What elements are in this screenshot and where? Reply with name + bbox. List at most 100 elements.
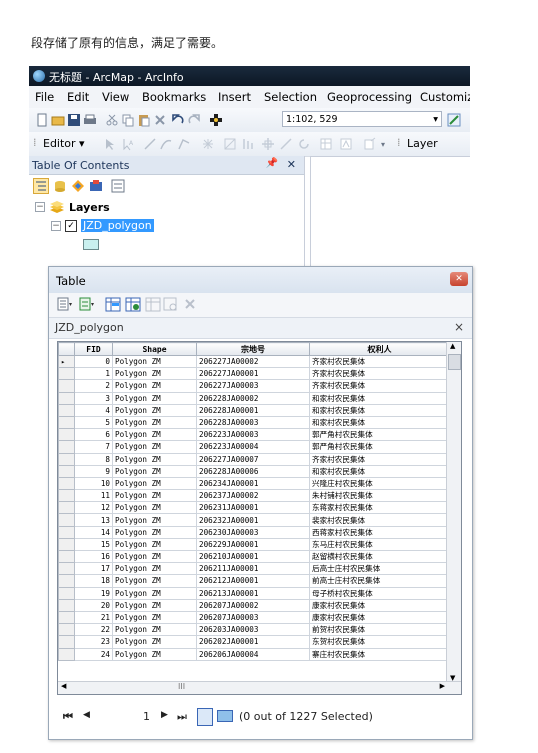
row-selector[interactable] xyxy=(58,549,75,564)
table-row[interactable]: ▸ 0 Polygon ZM 206227JA00002 齐家村农民集体 xyxy=(58,354,450,369)
first-record-icon[interactable]: ⏮ xyxy=(63,710,73,724)
delete-icon[interactable] xyxy=(153,113,167,127)
cell-shape[interactable]: Polygon ZM xyxy=(112,476,197,491)
cell-parcel-number[interactable]: 206234JA00001 xyxy=(196,476,310,491)
row-selector-header[interactable] xyxy=(58,342,75,356)
zoom-to-selected-icon[interactable] xyxy=(163,297,179,312)
list-by-drawing-order-icon[interactable] xyxy=(33,178,49,194)
cell-parcel-number[interactable]: 206207JA00003 xyxy=(196,610,310,625)
cell-shape[interactable]: Polygon ZM xyxy=(112,379,197,393)
split-icon[interactable] xyxy=(241,137,255,151)
table-row[interactable]: 10 Polygon ZM 206234JA00001 兴隆庄村农民集体 xyxy=(58,476,450,491)
cell-parcel-number[interactable]: 206223JA00004 xyxy=(196,440,310,454)
cell-shape[interactable]: Polygon ZM xyxy=(112,549,197,564)
cell-parcel-number[interactable]: 206206JA00004 xyxy=(196,647,310,661)
cell-shape[interactable]: Polygon ZM xyxy=(112,537,197,552)
cell-fid[interactable]: 23 xyxy=(74,635,113,649)
row-selector[interactable] xyxy=(58,428,75,442)
cell-owner[interactable]: 东马庄村农民集体 xyxy=(309,537,450,552)
vertical-scroll-thumb[interactable] xyxy=(448,354,461,370)
cell-owner[interactable]: 康家村农民集体 xyxy=(309,610,450,625)
layer-visibility-checkbox[interactable]: ✓ xyxy=(65,220,77,232)
cell-parcel-number[interactable]: 206227JA00002 xyxy=(196,354,310,369)
cell-parcel-number[interactable]: 206228JA00006 xyxy=(196,464,310,478)
trace-icon[interactable] xyxy=(159,137,173,151)
cell-shape[interactable]: Polygon ZM xyxy=(112,452,197,466)
cell-fid[interactable]: 16 xyxy=(74,549,113,564)
row-selector[interactable] xyxy=(58,403,75,417)
row-selector[interactable] xyxy=(58,525,75,539)
cell-owner[interactable]: 西蒋家村农民集体 xyxy=(309,525,450,539)
table-row[interactable]: 12 Polygon ZM 206231JA00001 东蒋家村农民集体 xyxy=(58,501,450,515)
table-row[interactable]: 11 Polygon ZM 206237JA00002 朱村铺村农民集体 xyxy=(58,489,450,503)
collapse-icon[interactable]: − xyxy=(51,221,61,231)
cell-fid[interactable]: 3 xyxy=(74,391,113,405)
cell-shape[interactable]: Polygon ZM xyxy=(112,464,197,478)
cell-shape[interactable]: Polygon ZM xyxy=(112,610,197,625)
vertices-icon[interactable] xyxy=(201,137,215,151)
add-data-icon[interactable] xyxy=(209,113,223,127)
menu-file[interactable]: File xyxy=(35,90,54,104)
row-selector[interactable] xyxy=(58,476,75,491)
cell-owner[interactable]: 和家村农民集体 xyxy=(309,403,450,417)
row-selector[interactable] xyxy=(58,489,75,503)
row-selector[interactable] xyxy=(58,635,75,649)
row-selector[interactable] xyxy=(58,452,75,466)
copy-icon[interactable] xyxy=(121,113,135,127)
table-row[interactable]: 1 Polygon ZM 206227JA00001 齐家村农民集体 xyxy=(58,367,450,381)
cell-parcel-number[interactable]: 206227JA00007 xyxy=(196,452,310,466)
cell-owner[interactable]: 东蒋家村农民集体 xyxy=(309,501,450,515)
cell-owner[interactable]: 和家村农民集体 xyxy=(309,464,450,478)
reshape-icon[interactable] xyxy=(223,137,237,151)
row-selector[interactable] xyxy=(58,623,75,637)
cell-shape[interactable]: Polygon ZM xyxy=(112,489,197,503)
cell-shape[interactable]: Polygon ZM xyxy=(112,562,197,576)
table-row[interactable]: 16 Polygon ZM 206210JA00001 赵留横村农民集体 xyxy=(58,549,450,564)
editor-toolbar-icon[interactable] xyxy=(447,113,461,127)
column-header-parcel-number[interactable]: 宗地号 xyxy=(196,342,310,356)
next-record-icon[interactable]: ▶ xyxy=(161,710,168,720)
cell-fid[interactable]: 9 xyxy=(74,464,113,478)
table-row[interactable]: 18 Polygon ZM 206212JA00001 前高士庄村农民集体 xyxy=(58,574,450,588)
select-by-attributes-icon[interactable] xyxy=(105,297,121,312)
cell-fid[interactable]: 18 xyxy=(74,574,113,588)
menu-edit[interactable]: Edit xyxy=(67,90,89,104)
construction-tools-icon[interactable] xyxy=(177,137,191,151)
row-selector[interactable]: ▸ xyxy=(58,354,75,369)
cell-owner[interactable]: 裴家村农民集体 xyxy=(309,513,450,527)
cell-fid[interactable]: 19 xyxy=(74,586,113,600)
list-by-source-icon[interactable] xyxy=(53,179,67,193)
cell-owner[interactable]: 赵留横村农民集体 xyxy=(309,549,450,564)
cell-shape[interactable]: Polygon ZM xyxy=(112,598,197,612)
cell-shape[interactable]: Polygon ZM xyxy=(112,428,197,442)
menu-geoprocessing[interactable]: Geoprocessing xyxy=(327,90,412,104)
cell-parcel-number[interactable]: 206213JA00001 xyxy=(196,586,310,600)
open-folder-icon[interactable] xyxy=(51,113,65,127)
table-window-titlebar[interactable]: Table ✕ xyxy=(49,267,472,293)
table-row[interactable]: 24 Polygon ZM 206206JA00004 寨庄村农民集体 xyxy=(58,647,450,661)
table-row[interactable]: 17 Polygon ZM 206211JA00001 后高士庄村农民集体 xyxy=(58,562,450,576)
switch-selection-icon[interactable] xyxy=(125,297,141,312)
menu-view[interactable]: View xyxy=(102,90,129,104)
row-selector[interactable] xyxy=(58,415,75,430)
cell-owner[interactable]: 寨庄村农民集体 xyxy=(309,647,450,661)
cell-fid[interactable]: 15 xyxy=(74,537,113,552)
clear-selection-icon[interactable] xyxy=(145,297,161,312)
cell-fid[interactable]: 0 xyxy=(74,354,113,369)
cell-fid[interactable]: 4 xyxy=(74,403,113,417)
cell-parcel-number[interactable]: 206211JA00001 xyxy=(196,562,310,576)
cell-parcel-number[interactable]: 206229JA00001 xyxy=(196,537,310,552)
cell-fid[interactable]: 5 xyxy=(74,415,113,430)
row-selector[interactable] xyxy=(58,598,75,612)
cell-shape[interactable]: Polygon ZM xyxy=(112,367,197,381)
cell-parcel-number[interactable]: 206228JA00003 xyxy=(196,415,310,430)
table-row[interactable]: 4 Polygon ZM 206228JA00001 和家村农民集体 xyxy=(58,403,450,417)
scroll-left-icon[interactable]: ◀ xyxy=(61,682,66,690)
cell-fid[interactable]: 21 xyxy=(74,610,113,625)
cell-fid[interactable]: 22 xyxy=(74,623,113,637)
cell-shape[interactable]: Polygon ZM xyxy=(112,586,197,600)
table-row[interactable]: 3 Polygon ZM 206228JA00002 和家村农民集体 xyxy=(58,391,450,405)
cell-shape[interactable]: Polygon ZM xyxy=(112,513,197,527)
cell-owner[interactable]: 齐家村农民集体 xyxy=(309,379,450,393)
table-row[interactable]: 5 Polygon ZM 206228JA00003 和家村农民集体 xyxy=(58,415,450,430)
